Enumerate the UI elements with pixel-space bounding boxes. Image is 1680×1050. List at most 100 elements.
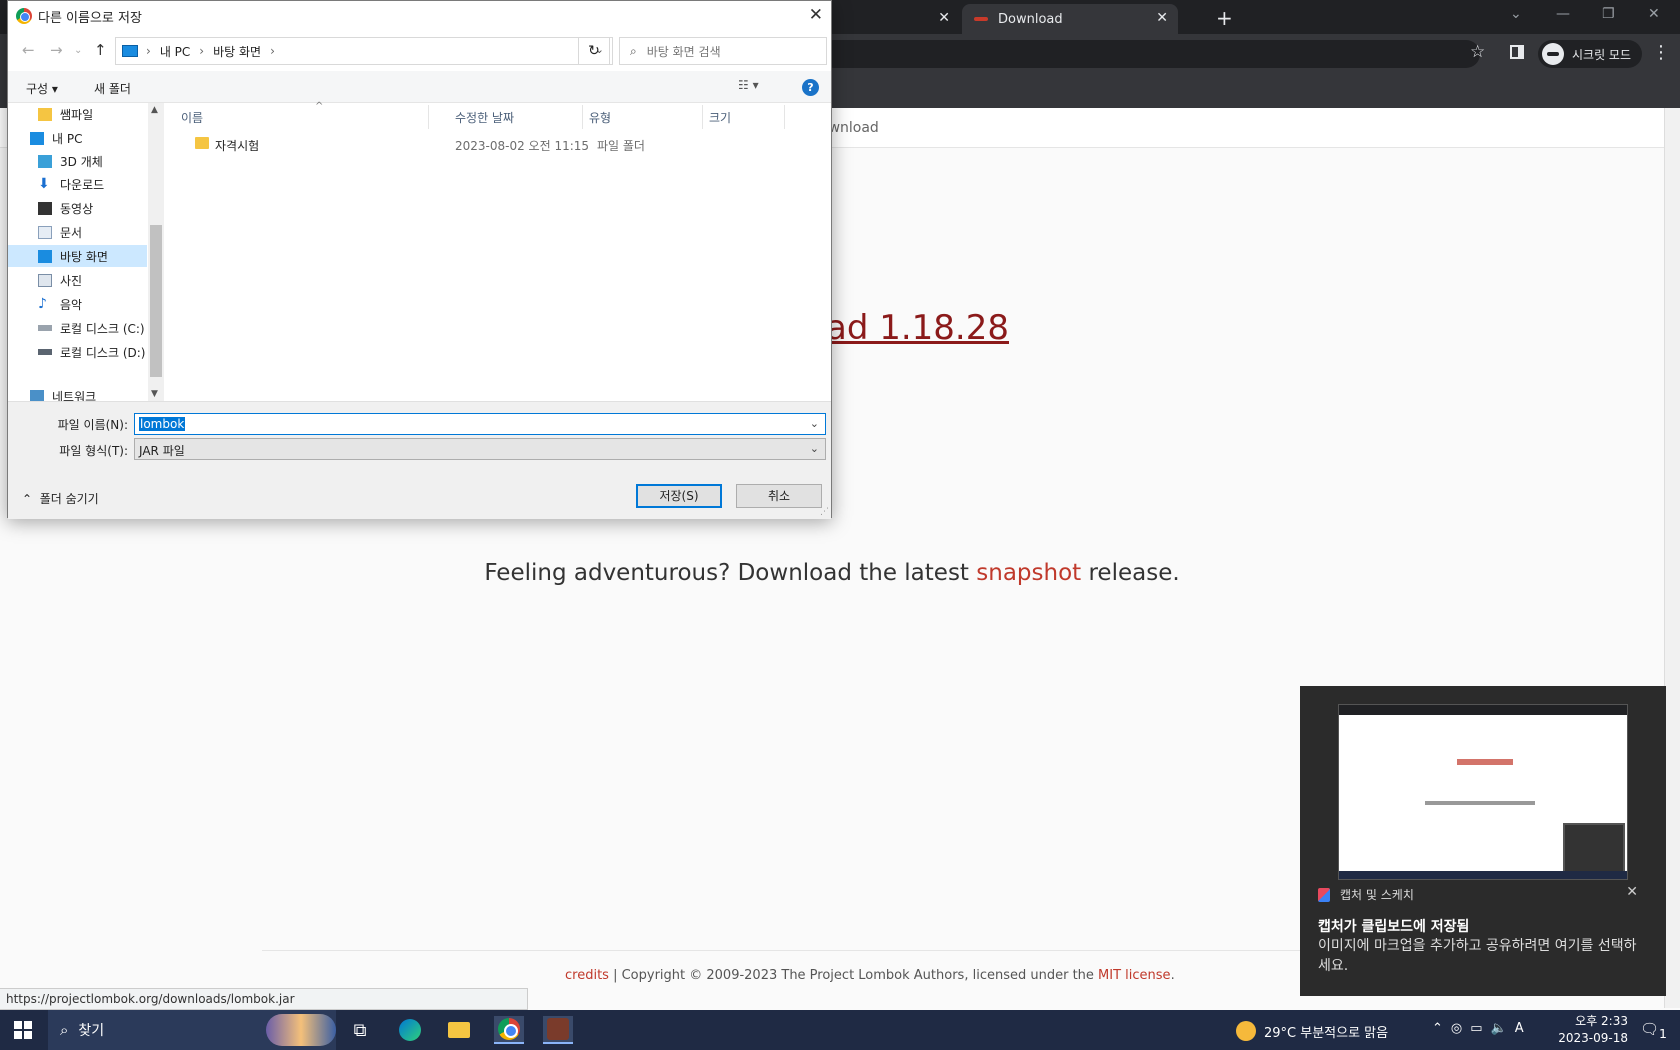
browser-tab[interactable]: ✕: [820, 4, 960, 34]
footer-period: .: [1170, 968, 1175, 983]
screenshot-thumbnail[interactable]: [1338, 704, 1628, 880]
nav-item-desktop[interactable]: 바탕 화면: [8, 245, 147, 267]
more-menu-icon[interactable]: ⋮: [1652, 42, 1670, 63]
save-button[interactable]: 저장(S): [636, 484, 722, 508]
dialog-bottom-panel: 파일 이름(N): lombok ⌄ 파일 형식(T): JAR 파일 ⌄ ⌃ …: [8, 401, 831, 519]
nav-item-documents[interactable]: 문서: [8, 221, 147, 243]
hide-folders-toggle[interactable]: ⌃ 폴더 숨기기: [22, 490, 99, 507]
weather-widget[interactable]: 29°C 부분적으로 맑음: [1236, 1021, 1388, 1041]
folder-search-input[interactable]: ⌕ 바탕 화면 검색: [619, 37, 827, 65]
side-panel-icon[interactable]: [1510, 45, 1524, 59]
credits-link[interactable]: credits: [565, 968, 609, 983]
organize-menu[interactable]: 구성 ▾: [26, 80, 58, 97]
snapshot-link[interactable]: snapshot: [976, 560, 1081, 586]
view-options-icon[interactable]: ☷ ▾: [738, 78, 759, 92]
nav-item-videos[interactable]: 동영상: [8, 197, 147, 219]
tab-search-chevron-icon[interactable]: ⌄: [1510, 6, 1522, 22]
dialog-command-bar: 구성 ▾ 새 폴더 ☷ ▾ ?: [8, 71, 831, 103]
filetype-select[interactable]: JAR 파일 ⌄: [134, 438, 826, 460]
nav-item-this-pc[interactable]: 내 PC: [8, 127, 147, 149]
window-close-button[interactable]: ✕: [1648, 6, 1660, 22]
navigation-scrollbar[interactable]: ▲ ▼: [148, 103, 164, 401]
dialog-titlebar[interactable]: 다른 이름으로 저장 ✕: [8, 1, 831, 31]
breadcrumb-item[interactable]: 바탕 화면: [213, 43, 261, 60]
filetype-chevron-icon[interactable]: ⌄: [810, 442, 819, 455]
snapshot-paragraph: Feeling adventurous? Download the latest…: [0, 560, 1664, 586]
browser-tab-download[interactable]: Download ✕: [962, 4, 1178, 34]
document-icon: [38, 225, 52, 239]
file-row[interactable]: 자격시험 2023-08-02 오전 11:15 파일 폴더: [165, 133, 831, 155]
dialog-close-button[interactable]: ✕: [809, 5, 823, 25]
file-explorer-taskbar-icon[interactable]: [444, 1016, 474, 1044]
nav-item-drive-d[interactable]: 로컬 디스크 (D:): [8, 341, 147, 363]
windows-taskbar: ⌕ 찾기 ⧉ 29°C 부분적으로 맑음 ⌃◎▭🔈A 오후 2:33 2023-…: [0, 1010, 1680, 1050]
volume-icon[interactable]: 🔈: [1491, 1021, 1515, 1036]
nav-item-pictures[interactable]: 사진: [8, 269, 147, 291]
up-arrow-icon[interactable]: ↑: [94, 41, 107, 59]
dialog-nav-row: ← → ⌄ ↑ › 내 PC › 바탕 화면 › ⌄ ↻ ⌕ 바탕 화면 검색: [8, 35, 831, 67]
filename-input[interactable]: lombok ⌄: [134, 413, 826, 435]
meet-icon[interactable]: ◎: [1451, 1021, 1470, 1036]
nav-item-music[interactable]: ♪ 음악: [8, 293, 147, 315]
column-header-name[interactable]: ^ 이름: [175, 101, 429, 129]
toast-body: 이미지에 마크업을 추가하고 공유하려면 여기를 선택하세요.: [1318, 938, 1637, 974]
minimize-button[interactable]: —: [1556, 6, 1570, 22]
column-header-type[interactable]: 유형: [583, 105, 703, 129]
snip-notification[interactable]: 캡처 및 스케치 ✕ 캡처가 클립보드에 저장됨 이미지에 마크업을 추가하고 …: [1300, 686, 1666, 996]
nav-item-folder[interactable]: 쌤파일: [8, 103, 147, 125]
mit-license-link[interactable]: MIT license: [1098, 968, 1171, 983]
nav-item-3d-objects[interactable]: 3D 개체: [8, 150, 147, 172]
toast-close-icon[interactable]: ✕: [1626, 884, 1638, 900]
app-taskbar-icon[interactable]: [543, 1016, 573, 1044]
new-folder-button[interactable]: 새 폴더: [94, 80, 131, 97]
task-view-icon[interactable]: ⧉: [345, 1016, 375, 1044]
scrollbar-thumb[interactable]: [150, 225, 162, 377]
download-version-link[interactable]: ad 1.18.28: [826, 308, 1009, 348]
refresh-button[interactable]: ↻: [578, 37, 610, 65]
column-header-size[interactable]: 크기: [703, 105, 785, 129]
address-bar[interactable]: [820, 40, 1480, 68]
ime-indicator[interactable]: A: [1515, 1021, 1532, 1036]
scroll-up-icon[interactable]: ▲: [151, 105, 158, 115]
start-button[interactable]: [14, 1021, 32, 1039]
taskbar-search[interactable]: ⌕ 찾기: [48, 1010, 336, 1050]
forward-arrow-icon[interactable]: →: [50, 41, 63, 59]
column-header-label: 유형: [589, 110, 612, 125]
nav-item-downloads[interactable]: ⬇ 다운로드: [8, 173, 147, 195]
resize-grip-icon[interactable]: ⋰: [820, 507, 829, 517]
thumbnail-browser-bar: [1339, 705, 1627, 715]
close-tab-icon[interactable]: ✕: [938, 10, 950, 26]
address-breadcrumb[interactable]: › 내 PC › 바탕 화면 › ⌄: [115, 37, 613, 65]
network-icon[interactable]: ▭: [1470, 1021, 1490, 1036]
tray-chevron-icon[interactable]: ⌃: [1432, 1021, 1451, 1036]
nav-item-network[interactable]: 네트워크: [8, 385, 147, 401]
incognito-indicator[interactable]: 시크릿 모드: [1538, 40, 1642, 68]
filename-history-chevron-icon[interactable]: ⌄: [810, 417, 819, 430]
navigation-pane: 쌤파일 내 PC 3D 개체 ⬇ 다운로드 동영상 문서 바탕 화면 사진 ♪ …: [8, 103, 147, 401]
page-scrollbar[interactable]: [1664, 108, 1680, 1008]
scroll-down-icon[interactable]: ▼: [151, 389, 158, 399]
snip-sketch-icon: [1318, 887, 1330, 902]
restore-button[interactable]: ❐: [1602, 6, 1615, 22]
clock[interactable]: 오후 2:33 2023-09-18: [1548, 1013, 1628, 1047]
column-header-modified[interactable]: 수정한 날짜: [449, 105, 583, 129]
nav-item-label: 내 PC: [52, 131, 83, 146]
nav-item-label: 로컬 디스크 (D:): [60, 345, 146, 360]
bookmark-star-icon[interactable]: ☆: [1470, 42, 1485, 62]
recent-chevron-icon[interactable]: ⌄: [74, 45, 82, 56]
nav-item-label: 3D 개체: [60, 154, 103, 169]
breadcrumb-item[interactable]: 내 PC: [160, 43, 190, 60]
column-header-label: 이름: [181, 110, 204, 125]
edge-taskbar-icon[interactable]: [395, 1016, 425, 1044]
cancel-button[interactable]: 취소: [736, 484, 822, 508]
notification-center-icon[interactable]: 🗨1: [1640, 1020, 1667, 1041]
incognito-label: 시크릿 모드: [1572, 47, 1632, 62]
help-icon[interactable]: ?: [802, 79, 819, 96]
chrome-taskbar-icon[interactable]: [494, 1016, 524, 1044]
new-tab-button[interactable]: +: [1216, 6, 1233, 30]
back-arrow-icon[interactable]: ←: [22, 41, 35, 59]
nav-item-drive-c[interactable]: 로컬 디스크 (C:): [8, 317, 147, 339]
close-tab-icon[interactable]: ✕: [1156, 10, 1168, 26]
network-icon: [30, 389, 44, 401]
system-tray[interactable]: ⌃◎▭🔈A: [1432, 1021, 1532, 1036]
